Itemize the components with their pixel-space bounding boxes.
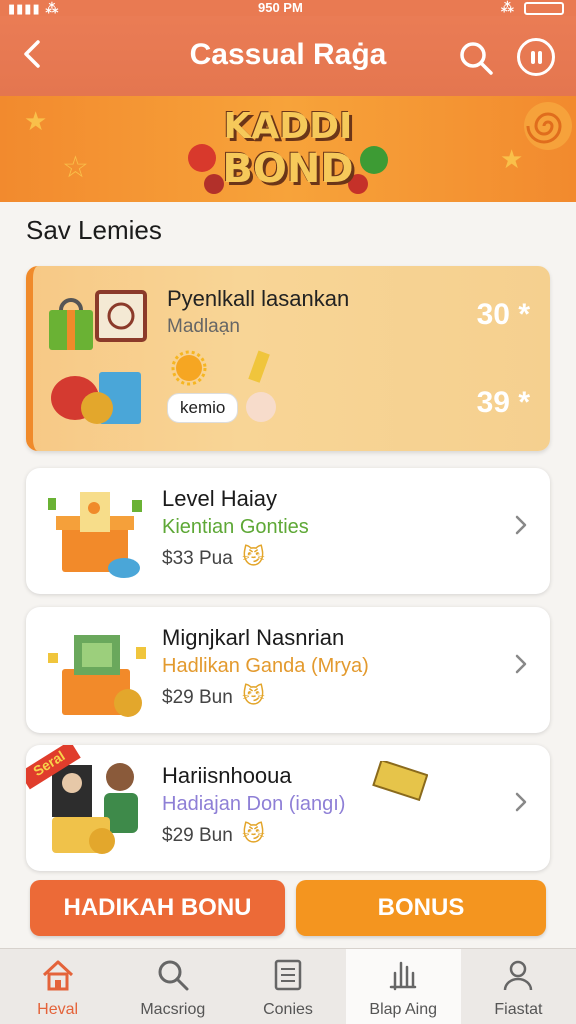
hand-icon — [389, 961, 417, 991]
tab-label: Heval — [37, 1001, 79, 1018]
logo-line2: BOND — [222, 146, 354, 192]
tab-conies[interactable]: Conies — [230, 949, 345, 1024]
bottom-tab-bar: Heval Macsriog Conies Blap Aing Fiastat — [0, 948, 576, 1024]
pause-button[interactable] — [517, 38, 555, 76]
offer-subtitle: Hadlikan Ganda (Mrya) — [162, 655, 369, 677]
document-icon — [274, 959, 302, 991]
tab-heval[interactable]: Heval — [0, 949, 115, 1024]
status-time: 950 PM — [258, 0, 303, 15]
offer-subtitle: Kientian Gonties — [162, 516, 309, 538]
wifi-icon: ⁂ — [500, 0, 514, 15]
baby-face-icon — [246, 392, 276, 422]
offer-title: Hariisnhooua — [162, 763, 292, 788]
gold-bar-icon — [248, 350, 270, 383]
offer-card[interactable]: Mignjkarl Nasnrian Hadlikan Ganda (Mrya)… — [26, 607, 550, 733]
cat-face-icon: 😼 — [242, 821, 265, 846]
star-icon: ★ — [24, 106, 48, 136]
chevron-right-icon — [515, 515, 527, 535]
tab-blap-aing[interactable]: Blap Aing — [345, 949, 461, 1024]
offer-card[interactable]: Level Haiay Kientian Gonties $33 Pua 😼 — [26, 468, 550, 594]
gift-box-icon — [49, 290, 147, 424]
home-icon — [42, 960, 73, 991]
tab-label: Fiastat — [494, 1001, 543, 1018]
tab-label: Blap Aing — [369, 1001, 438, 1018]
cash-icon — [372, 761, 428, 801]
chevron-right-icon — [515, 654, 527, 674]
tab-fiastat[interactable]: Fiastat — [461, 949, 576, 1024]
section-title: Sav Lemies — [26, 215, 162, 245]
featured-title: Pyenlkall lasankan — [167, 286, 350, 311]
offer-title: Mignjkarl Nasnrian — [162, 625, 345, 650]
gift-box-icon — [48, 492, 142, 578]
search-icon[interactable] — [456, 38, 496, 78]
chevron-right-icon — [515, 792, 527, 812]
sun-icon — [171, 350, 207, 386]
featured-subtitle: Madlaạn — [167, 316, 240, 337]
star-icon: ☆ — [62, 151, 89, 184]
tab-label: Macsriog — [140, 1001, 206, 1018]
logo-line1: KADDI — [223, 106, 353, 147]
people-gold-icon — [52, 763, 138, 854]
game-logo: KADDI BOND — [188, 98, 388, 198]
bonus-button[interactable]: BONUS — [296, 880, 546, 936]
app-header: Cassual Raġa — [0, 16, 576, 96]
battery-icon — [524, 1, 564, 15]
featured-chip[interactable]: kemio — [167, 393, 239, 423]
tab-macsriog[interactable]: Macsriog — [115, 949, 230, 1024]
status-bar: ▮▮▮▮ ⁂ 950 PM ⁂ — [0, 0, 576, 16]
featured-value-bottom: 39 * — [476, 386, 530, 419]
offer-price: $33 Pua — [162, 548, 233, 569]
cat-face-icon: 😼 — [242, 544, 265, 569]
hadikah-bonus-button[interactable]: HADIKAH BONU — [30, 880, 285, 936]
offer-price: $29 Bun — [162, 687, 233, 708]
offer-card[interactable]: Seral Hariisnhooua Hadiajan Don (iangı) … — [26, 745, 550, 871]
featured-value-top: 30 * — [476, 298, 530, 331]
signal-icon: ▮▮▮▮ ⁂ — [8, 1, 60, 16]
money-basket-icon — [48, 635, 146, 717]
cat-face-icon: 😼 — [242, 683, 265, 708]
offer-subtitle: Hadiajan Don (iangı) — [162, 793, 346, 815]
search-icon — [158, 960, 189, 991]
offer-price: $29 Bun — [162, 825, 233, 846]
offer-title: Level Haiay — [162, 486, 277, 511]
profile-icon — [504, 960, 533, 991]
swirl-icon — [524, 102, 572, 150]
tab-label: Conies — [263, 1001, 313, 1018]
game-banner[interactable]: ★ ☆ ★ KADDI BOND — [0, 96, 576, 202]
featured-card[interactable]: Pyenlkall lasankan Madlaạn kemio 30 * 39… — [26, 266, 550, 451]
